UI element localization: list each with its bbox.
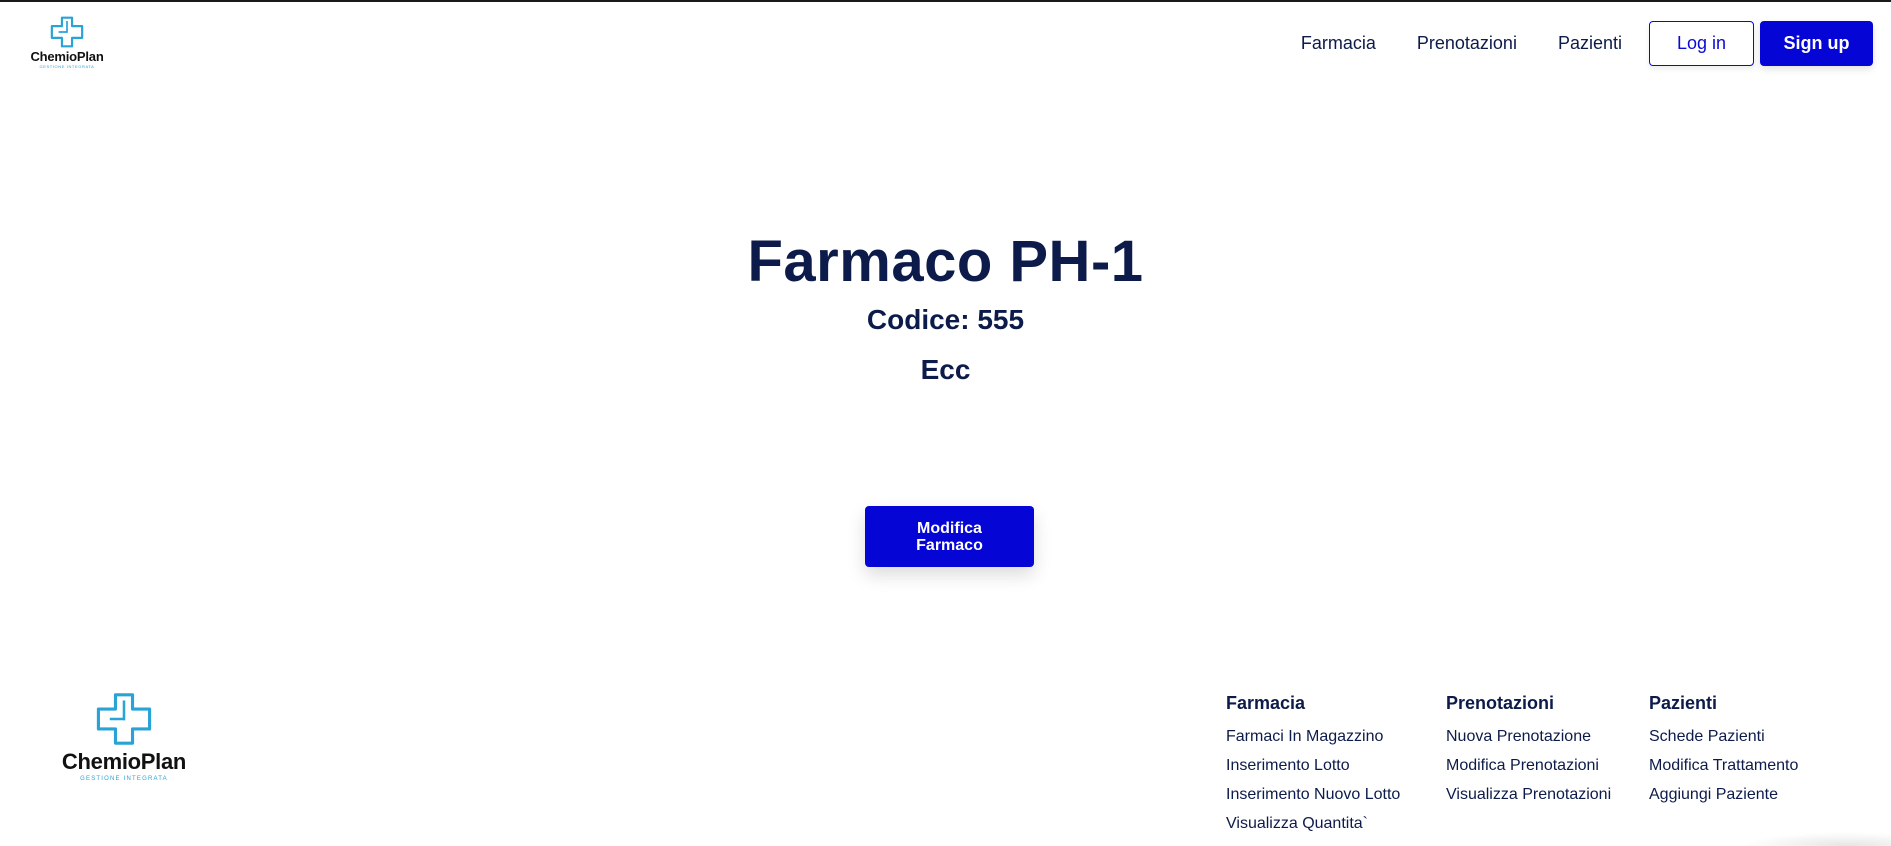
header-logo[interactable]: ChemioPlan GESTIONE INTEGRATA — [26, 16, 108, 69]
main-nav: Farmacia Prenotazioni Pazienti Log in Si… — [1301, 21, 1873, 66]
footer-logo-tagline: GESTIONE INTEGRATA — [80, 776, 168, 782]
footer-link[interactable]: Visualizza Quantita` — [1226, 809, 1400, 838]
footer-column-title: Pazienti — [1649, 693, 1718, 713]
footer-column-pazienti: Pazienti Schede Pazienti Modifica Tratta… — [1649, 691, 1798, 809]
medical-cross-icon — [50, 16, 84, 48]
footer-link[interactable]: Inserimento Lotto — [1226, 751, 1400, 780]
footer-link[interactable]: Nuova Prenotazione — [1446, 722, 1611, 751]
header: ChemioPlan GESTIONE INTEGRATA Farmacia P… — [0, 2, 1891, 86]
medical-cross-icon — [96, 693, 152, 745]
footer-column-farmacia: Farmacia Farmaci In Magazzino Inseriment… — [1226, 691, 1400, 838]
corner-shadow — [1741, 832, 1891, 846]
drug-code: Codice: 555 — [866, 304, 1025, 335]
nav-link-farmacia[interactable]: Farmacia — [1301, 33, 1376, 54]
footer-link[interactable]: Modifica Prenotazioni — [1446, 751, 1611, 780]
signup-button[interactable]: Sign up — [1760, 21, 1873, 66]
page: ChemioPlan GESTIONE INTEGRATA Farmacia P… — [0, 0, 1891, 846]
drug-extra-info: Ecc — [920, 354, 971, 385]
footer-logo[interactable]: ChemioPlan GESTIONE INTEGRATA — [54, 692, 194, 782]
footer-logo-brand: ChemioPlan — [61, 749, 187, 774]
logo-tagline: GESTIONE INTEGRATA — [39, 64, 95, 69]
nav-link-pazienti[interactable]: Pazienti — [1558, 33, 1622, 54]
footer-link[interactable]: Aggiungi Paziente — [1649, 780, 1798, 809]
edit-drug-button[interactable]: Modifica Farmaco — [865, 506, 1034, 567]
footer-column-title: Farmacia — [1226, 693, 1306, 713]
nav-link-prenotazioni[interactable]: Prenotazioni — [1417, 33, 1517, 54]
footer-link[interactable]: Modifica Trattamento — [1649, 751, 1798, 780]
logo-brand: ChemioPlan — [30, 49, 104, 64]
drug-detail: Farmaco PH-1 Codice: 555 Ecc — [0, 222, 1891, 388]
footer-column-prenotazioni: Prenotazioni Nuova Prenotazione Modifica… — [1446, 691, 1611, 809]
footer-column-title: Prenotazioni — [1446, 693, 1555, 713]
footer-link[interactable]: Farmaci In Magazzino — [1226, 722, 1400, 751]
footer-link[interactable]: Schede Pazienti — [1649, 722, 1798, 751]
page-title: Farmaco PH-1 — [747, 229, 1144, 294]
footer-link[interactable]: Inserimento Nuovo Lotto — [1226, 780, 1400, 809]
login-button[interactable]: Log in — [1649, 21, 1754, 66]
footer-link[interactable]: Visualizza Prenotazioni — [1446, 780, 1611, 809]
